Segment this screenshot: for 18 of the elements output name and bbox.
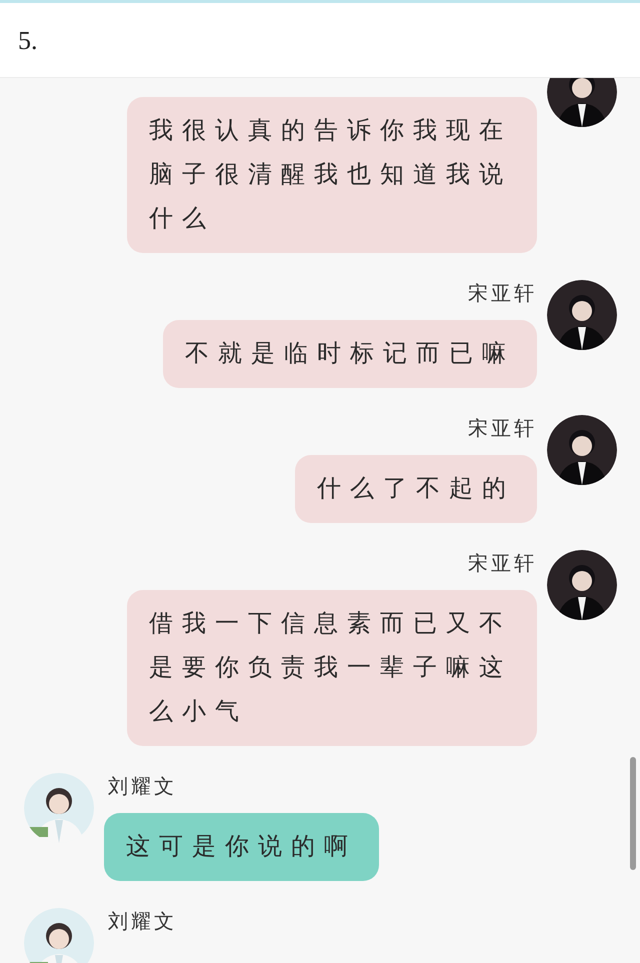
scrollbar[interactable] bbox=[630, 757, 636, 870]
message-bubble: 不就是临时标记而已嘛 bbox=[163, 320, 537, 388]
message-bubble: 我很认真的告诉你我现在脑子很清醒我也知道我说什么 bbox=[127, 97, 537, 253]
avatar[interactable] bbox=[547, 280, 617, 350]
avatar[interactable] bbox=[547, 78, 617, 127]
avatar[interactable] bbox=[24, 773, 94, 843]
sender-name: 刘耀文 bbox=[107, 775, 177, 800]
avatar[interactable] bbox=[24, 908, 94, 963]
message-bubble: 这可是你说的啊 bbox=[104, 813, 379, 881]
avatar[interactable] bbox=[547, 550, 617, 620]
sender-name: 宋亚轩 bbox=[468, 552, 537, 577]
avatar[interactable] bbox=[547, 415, 617, 485]
sender-name: 宋亚轩 bbox=[468, 282, 537, 307]
sender-name: 宋亚轩 bbox=[468, 417, 537, 442]
header-title: 5. bbox=[18, 26, 38, 55]
message-bubble: 什么了不起的 bbox=[295, 455, 537, 523]
sender-name: 刘耀文 bbox=[107, 910, 177, 935]
message-bubble: 借我一下信息素而已又不是要你负责我一辈子嘛这么小气 bbox=[127, 590, 537, 746]
